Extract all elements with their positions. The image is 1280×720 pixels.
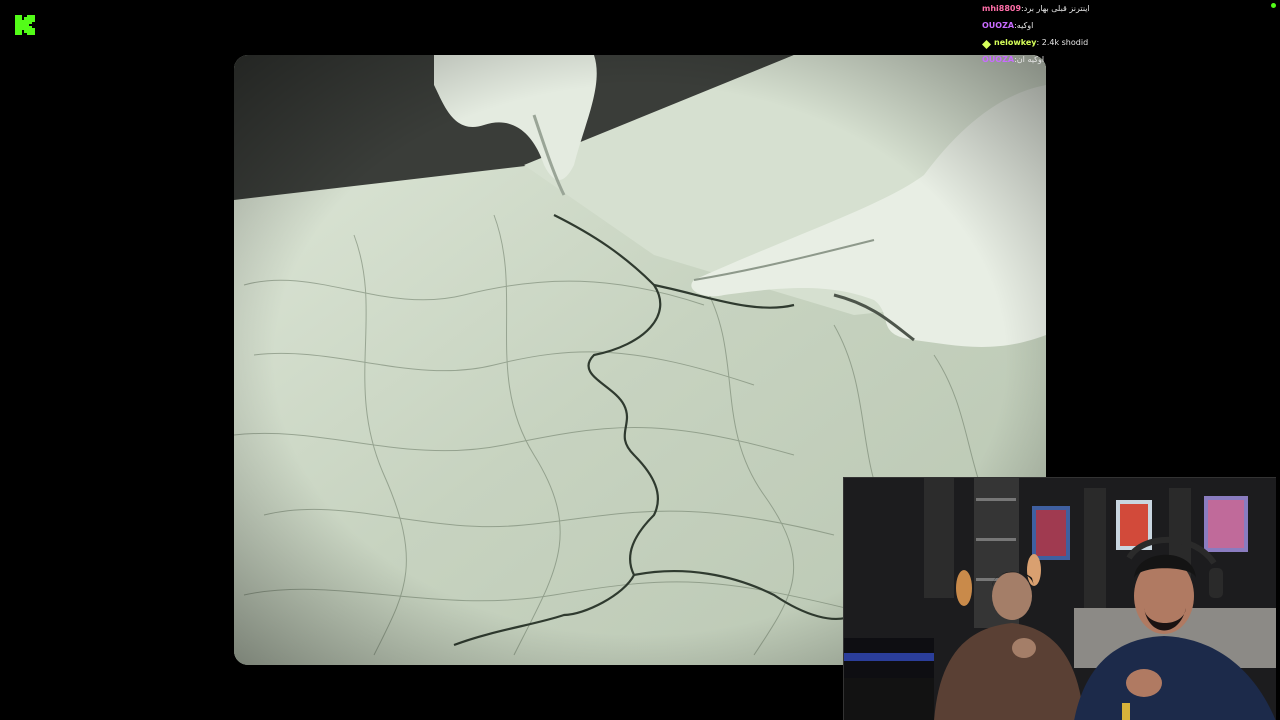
chat-message: mhi8809 :اینترنز قبلی بهار برد xyxy=(976,0,1276,17)
webcam-overlay xyxy=(843,477,1276,720)
stream-page: mhi8809 :اینترنز قبلی بهار برد OUOZA :او… xyxy=(0,0,1280,720)
chat-message: nelowkey : 2.4k shodid xyxy=(976,34,1276,51)
live-dot-icon xyxy=(1271,3,1276,8)
gem-badge-icon xyxy=(982,38,991,49)
chat-message: OUOZA :اوکیه xyxy=(976,17,1276,34)
chat-username[interactable]: mhi8809 xyxy=(982,0,1021,17)
chat-text: :اوکیه xyxy=(1014,21,1034,30)
chat-overlay: mhi8809 :اینترنز قبلی بهار برد OUOZA :او… xyxy=(976,0,1276,68)
kick-logo-icon[interactable] xyxy=(14,14,36,36)
chat-username[interactable]: OUOZA xyxy=(982,17,1014,34)
chat-username[interactable]: nelowkey xyxy=(994,34,1037,51)
chat-text: :اینترنز قبلی بهار برد xyxy=(1021,4,1090,13)
chat-username[interactable]: OUOZA xyxy=(982,51,1014,68)
chat-text: : 2.4k shodid xyxy=(1036,38,1089,47)
chat-text: :اوکیه ان xyxy=(1014,55,1045,64)
chat-message: OUOZA :اوکیه ان xyxy=(976,51,1276,68)
